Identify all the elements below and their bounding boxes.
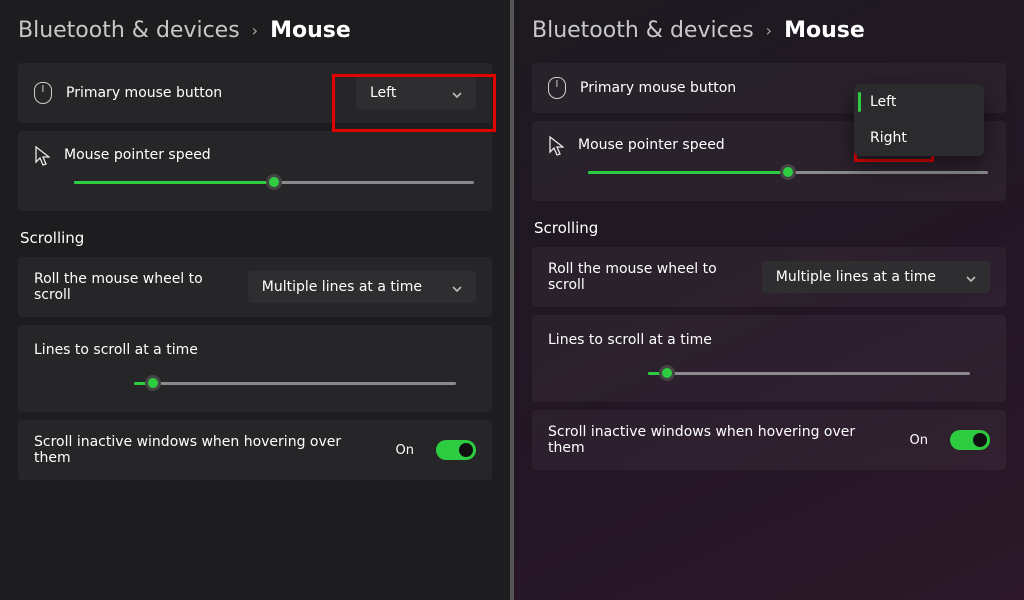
primary-button-label: Primary mouse button xyxy=(66,85,342,101)
lines-scroll-label: Lines to scroll at a time xyxy=(34,342,198,358)
primary-button-value: Left xyxy=(370,85,396,101)
primary-button-menu: Left Right xyxy=(854,84,984,156)
pointer-speed-slider[interactable] xyxy=(588,163,988,181)
pointer-speed-card: Mouse pointer speed xyxy=(18,131,492,211)
breadcrumb-parent[interactable]: Bluetooth & devices xyxy=(18,18,240,43)
roll-wheel-dropdown[interactable]: Multiple lines at a time xyxy=(762,261,990,293)
settings-panel-open: Bluetooth & devices › Mouse Primary mous… xyxy=(514,0,1024,600)
inactive-windows-toggle[interactable] xyxy=(950,430,990,450)
chevron-right-icon: › xyxy=(252,21,258,40)
settings-panel-closed: Bluetooth & devices › Mouse Primary mous… xyxy=(0,0,510,600)
roll-wheel-card: Roll the mouse wheel to scroll Multiple … xyxy=(18,257,492,317)
chevron-down-icon xyxy=(966,272,976,282)
chevron-down-icon xyxy=(452,282,462,292)
lines-scroll-card: Lines to scroll at a time xyxy=(18,325,492,412)
chevron-down-icon xyxy=(452,88,462,98)
primary-button-option-left[interactable]: Left xyxy=(854,84,984,120)
inactive-windows-label: Scroll inactive windows when hovering ov… xyxy=(34,434,382,466)
primary-button-card: Primary mouse button Left xyxy=(18,63,492,123)
primary-button-option-right[interactable]: Right xyxy=(854,120,984,156)
inactive-windows-toggle[interactable] xyxy=(436,440,476,460)
breadcrumb: Bluetooth & devices › Mouse xyxy=(532,18,1006,43)
roll-wheel-label: Roll the mouse wheel to scroll xyxy=(34,271,234,303)
pointer-speed-slider[interactable] xyxy=(74,173,474,191)
lines-scroll-label: Lines to scroll at a time xyxy=(548,332,712,348)
cursor-icon xyxy=(548,135,564,155)
scrolling-heading: Scrolling xyxy=(20,229,492,247)
scrolling-heading: Scrolling xyxy=(534,219,1006,237)
roll-wheel-dropdown[interactable]: Multiple lines at a time xyxy=(248,271,476,303)
breadcrumb: Bluetooth & devices › Mouse xyxy=(18,18,492,43)
inactive-windows-card: Scroll inactive windows when hovering ov… xyxy=(532,410,1006,470)
roll-wheel-label: Roll the mouse wheel to scroll xyxy=(548,261,748,293)
breadcrumb-current: Mouse xyxy=(784,18,865,43)
cursor-icon xyxy=(34,145,50,165)
primary-button-label: Primary mouse button xyxy=(580,80,856,96)
inactive-windows-card: Scroll inactive windows when hovering ov… xyxy=(18,420,492,480)
breadcrumb-current: Mouse xyxy=(270,18,351,43)
lines-scroll-card: Lines to scroll at a time xyxy=(532,315,1006,402)
mouse-icon xyxy=(548,77,566,99)
primary-button-dropdown[interactable]: Left xyxy=(356,77,476,109)
pointer-speed-label: Mouse pointer speed xyxy=(64,147,476,163)
lines-scroll-slider[interactable] xyxy=(134,374,456,392)
chevron-right-icon: › xyxy=(766,21,772,40)
inactive-windows-value: On xyxy=(910,433,928,448)
inactive-windows-value: On xyxy=(396,443,414,458)
roll-wheel-card: Roll the mouse wheel to scroll Multiple … xyxy=(532,247,1006,307)
inactive-windows-label: Scroll inactive windows when hovering ov… xyxy=(548,424,896,456)
roll-wheel-value: Multiple lines at a time xyxy=(776,269,936,285)
lines-scroll-slider[interactable] xyxy=(648,364,970,382)
roll-wheel-value: Multiple lines at a time xyxy=(262,279,422,295)
mouse-icon xyxy=(34,82,52,104)
breadcrumb-parent[interactable]: Bluetooth & devices xyxy=(532,18,754,43)
